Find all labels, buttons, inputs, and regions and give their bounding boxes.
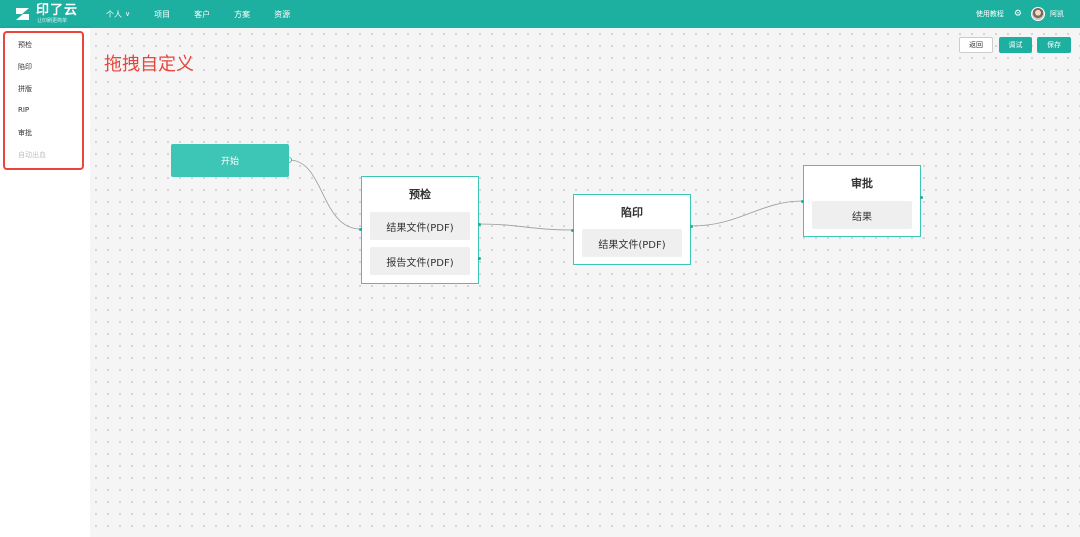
- node-title: 预检: [409, 188, 431, 201]
- workflow-canvas[interactable]: [90, 28, 1080, 537]
- port-result-pdf[interactable]: 结果文件(PDF): [582, 229, 682, 257]
- logo-icon: [16, 8, 29, 20]
- output-port-dot[interactable]: [690, 225, 693, 228]
- gear-icon[interactable]: ⚙: [1014, 9, 1022, 19]
- component-sidebar: 预检 陷印 拼版 RIP 审批 自动出血: [0, 28, 90, 537]
- node-title: 审批: [851, 177, 873, 190]
- nav-item-projects[interactable]: 项目: [154, 9, 170, 20]
- logo-slogan: 让印刷更简单: [37, 18, 68, 24]
- nav-item-resources[interactable]: 资源: [274, 9, 290, 20]
- drag-custom-annotation: 拖拽自定义: [104, 54, 194, 75]
- header-actions: 使用教程 ⚙ 阿凯: [976, 0, 1064, 28]
- input-port-dot[interactable]: [801, 200, 804, 203]
- port-report-pdf[interactable]: 报告文件(PDF): [370, 247, 470, 275]
- node-approve[interactable]: 审批 结果: [803, 165, 921, 237]
- output-port-dot[interactable]: [920, 196, 923, 199]
- palette-item-trap[interactable]: 陷印: [18, 62, 32, 72]
- palette-item-imposition[interactable]: 拼版: [18, 84, 32, 94]
- node-title: 陷印: [621, 206, 643, 219]
- palette-item-rip[interactable]: RIP: [18, 106, 29, 114]
- palette-item-precheck[interactable]: 预检: [18, 40, 32, 50]
- input-port-dot[interactable]: [359, 228, 362, 231]
- nav-item-customers[interactable]: 客户: [194, 9, 210, 20]
- port-result-pdf[interactable]: 结果文件(PDF): [370, 212, 470, 240]
- palette-item-approve[interactable]: 审批: [18, 128, 32, 138]
- main-nav: 个人 ∨ 项目 客户 方案 资源: [106, 0, 314, 28]
- user-name[interactable]: 阿凯: [1050, 9, 1064, 19]
- nav-item-label: 个人: [106, 9, 122, 19]
- debug-button[interactable]: 调试: [999, 37, 1032, 53]
- start-node[interactable]: 开始: [171, 144, 289, 177]
- port-result[interactable]: 结果: [812, 201, 912, 229]
- nav-item-label: 项目: [154, 9, 171, 19]
- nav-item-label: 资源: [274, 9, 291, 19]
- component-palette: 预检 陷印 拼版 RIP 审批 自动出血: [3, 31, 84, 170]
- node-precheck[interactable]: 预检 结果文件(PDF) 报告文件(PDF): [361, 176, 479, 284]
- input-port-dot[interactable]: [571, 229, 574, 232]
- back-button[interactable]: 返回: [959, 37, 993, 53]
- palette-item-auto-bleed: 自动出血: [18, 151, 46, 159]
- output-port-dot[interactable]: [478, 223, 481, 226]
- avatar[interactable]: [1031, 7, 1045, 21]
- app-logo[interactable]: 印了云 让印刷更简单: [14, 4, 78, 24]
- logo-name: 印了云: [36, 3, 79, 18]
- chevron-down-icon: ∨: [125, 10, 131, 18]
- nav-item-label: 客户: [194, 9, 211, 19]
- output-port-dot[interactable]: [478, 257, 481, 260]
- nav-item-personal[interactable]: 个人 ∨: [106, 9, 130, 20]
- nav-item-plans[interactable]: 方案: [234, 9, 250, 20]
- save-button[interactable]: 保存: [1037, 37, 1071, 53]
- nav-item-label: 方案: [234, 9, 251, 19]
- top-navbar: 印了云 让印刷更简单 个人 ∨ 项目 客户 方案 资源 使用教程 ⚙ 阿凯: [0, 0, 1080, 28]
- tutorial-link[interactable]: 使用教程: [976, 9, 1004, 19]
- node-trap[interactable]: 陷印 结果文件(PDF): [573, 194, 691, 265]
